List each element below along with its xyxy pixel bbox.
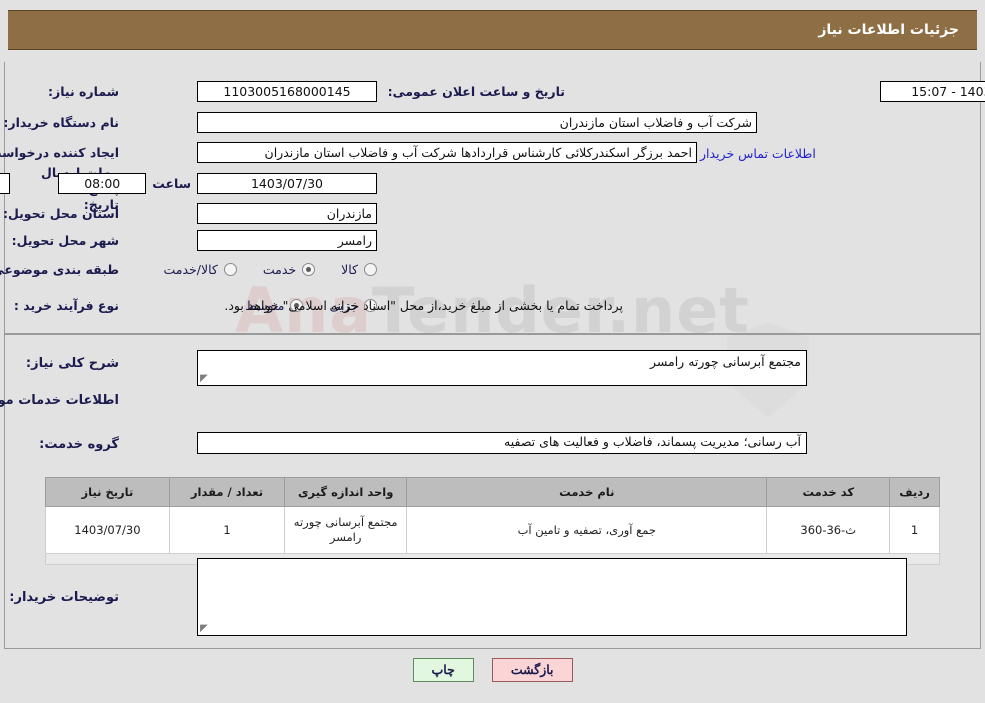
general-desc-label: شرح کلی نیاز: [25,356,119,371]
delivery-province-label-row: استان محل تحویل: [3,202,119,224]
service-group-label: گروه خدمت: [39,437,119,452]
buyer-org-field-row: شرکت آب و فاضلاب استان مازندران [197,111,757,133]
cell-need-date: 1403/07/30 [45,506,170,554]
table-row: 1 ث-36-360 جمع آوری، تصفیه و تامین آب مج… [45,506,940,554]
buyer-notes-label: توضیحات خریدار: [9,590,119,605]
buyer-contact-link[interactable]: اطلاعات تماس خریدار [700,146,816,161]
back-button[interactable]: بازگشت [491,658,573,682]
radio-icon[interactable] [223,262,237,276]
delivery-province-field-row: مازندران [197,202,377,224]
category-label: طبقه بندی موضوعی: [0,261,119,277]
deadline-time-field[interactable]: 08:00 [58,172,147,194]
deadline-fields-row: 1403/07/30 ساعت 08:00 4 روز و 16:26:15 س… [0,172,377,194]
deadline-date-field[interactable]: 1403/07/30 [197,172,377,194]
page-root: AnaTender.net جزئیات اطلاعات نیاز شماره … [0,0,985,703]
buyer-notes-value [198,559,906,562]
col-quantity: تعداد / مقدار [168,477,286,507]
category-option-label: کالا [341,261,358,277]
purchase-type-label: نوع فرآیند خرید : [13,297,119,313]
buyer-org-label: نام دستگاه خریدار: [3,114,119,130]
page-title: جزئیات اطلاعات نیاز [818,22,959,38]
action-button-bar: بازگشت چاپ [0,658,985,682]
announce-datetime-field-row [0,80,287,102]
delivery-province-field[interactable]: مازندران [197,202,377,224]
general-desc-box[interactable]: مجتمع آبرسانی چورته رامسر ◥ [197,350,807,386]
announce-datetime-label-row: تاریخ و ساعت اعلان عمومی: [388,80,565,102]
general-desc-value: مجتمع آبرسانی چورته رامسر [649,354,801,369]
category-option-kala-khedmat[interactable]: کالا/خدمت [163,261,237,277]
cell-service-code: ث-36-360 [766,506,891,554]
announce-datetime-label: تاریخ و ساعت اعلان عمومی: [387,83,565,99]
delivery-city-field[interactable]: رامسر [197,229,377,251]
announce-datetime-field[interactable]: 1403/07/25 - 15:07 [880,80,985,102]
delivery-city-field-row: رامسر [197,229,377,251]
delivery-city-label-row: شهر محل تحویل: [12,229,119,251]
buyer-org-field[interactable]: شرکت آب و فاضلاب استان مازندران [197,111,757,133]
services-heading: اطلاعات خدمات مورد نیاز [0,393,119,408]
col-row-no: ردیف [889,477,940,507]
category-option-khedmat[interactable]: خدمت [262,261,316,277]
radio-icon[interactable] [302,262,316,276]
category-option-label: خدمت [262,261,297,277]
delivery-province-label: استان محل تحویل: [2,205,119,221]
requester-field-row: احمد برزگر اسکندرکلائی کارشناس قراردادها… [197,141,697,163]
service-group-box[interactable]: آب رسانی؛ مدیریت پسماند، فاضلاب و فعالیت… [197,432,807,454]
table-header-row: ردیف کد خدمت نام خدمت واحد اندازه گیری ت… [45,477,940,507]
requester-spacer [0,141,185,163]
cell-row-no: 1 [889,506,940,554]
col-service-name: نام خدمت [406,477,768,507]
buyer-contact-link-row: اطلاعات تماس خریدار [700,142,816,164]
panel-right-border [980,62,981,649]
delivery-city-label: شهر محل تحویل: [11,232,119,248]
category-label-row: طبقه بندی موضوعی: [0,258,119,280]
category-option-label: کالا/خدمت [163,261,218,277]
cell-unit: مجتمع آبرسانی چورته رامسر [284,506,408,554]
buyer-org-label-row: نام دستگاه خریدار: [3,111,119,133]
category-option-kala[interactable]: کالا [341,262,377,277]
requester-field[interactable]: احمد برزگر اسکندرکلائی کارشناس قراردادها… [197,141,697,163]
cell-quantity: 1 [168,506,286,554]
resize-handle-icon[interactable]: ◥ [200,373,210,384]
col-service-code: کد خدمت [766,477,891,507]
col-need-date: تاریخ نیاز [45,477,170,507]
radio-icon[interactable] [364,262,377,276]
print-button[interactable]: چاپ [412,658,474,682]
category-radio-group: کالا خدمت کالا/خدمت [137,258,377,280]
deadline-days-field[interactable]: 4 [0,172,11,194]
services-table: ردیف کد خدمت نام خدمت واحد اندازه گیری ت… [45,477,940,565]
deadline-time-label: ساعت [152,175,191,191]
cell-service-name: جمع آوری، تصفیه و تامین آب [406,506,768,554]
purchase-type-label-row: نوع فرآیند خرید : [14,294,119,316]
buyer-notes-box[interactable]: ◥ [197,558,907,636]
service-group-value: آب رسانی؛ مدیریت پسماند، فاضلاب و فعالیت… [504,434,801,449]
page-header-bar: جزئیات اطلاعات نیاز [8,10,977,50]
purchase-note-row: پرداخت تمام یا بخشی از مبلغ خرید،از محل … [224,294,623,316]
announce-datetime-wrap: 1403/07/25 - 15:07 [880,80,985,102]
col-unit: واحد اندازه گیری [284,477,408,507]
resize-handle-icon[interactable]: ◥ [200,623,210,634]
purchase-note-text: پرداخت تمام یا بخشی از مبلغ خرید،از محل … [224,297,623,313]
